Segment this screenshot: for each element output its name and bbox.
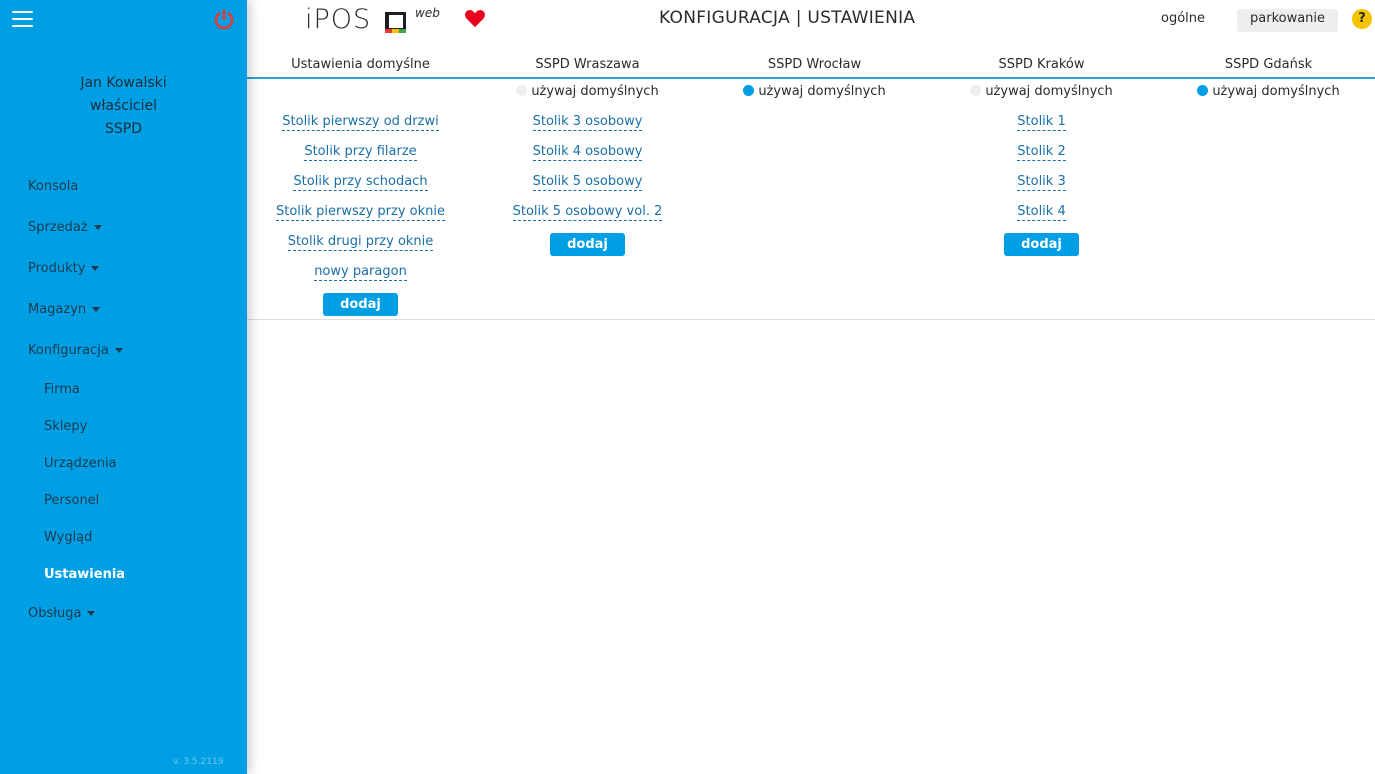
nav-sub-firma[interactable]: Firma [44,382,80,397]
use-defaults-toggle[interactable]: używaj domyślnych [701,84,928,99]
add-button[interactable]: dodaj [550,233,625,256]
add-button[interactable]: dodaj [1004,233,1079,256]
table-link[interactable]: Stolik pierwszy od drzwi [247,114,474,131]
app: Jan Kowalski właściciel SSPD Konsola Spr… [0,0,1375,774]
nav-sub-urzadzenia[interactable]: Urządzenia [44,456,117,471]
logo-suffix: web [415,6,440,20]
table-link[interactable]: Stolik 4 [928,204,1155,221]
general-button[interactable]: ogólne [1148,9,1218,32]
table-link[interactable]: Stolik 4 osobowy [474,144,701,161]
table-link[interactable]: Stolik przy schodach [247,174,474,191]
radio-on-icon [743,85,755,96]
caret-down-icon [91,266,100,271]
nav-item-konsola[interactable]: Konsola [28,179,78,194]
header: iPOS web KONFIGURACJA | USTAWIENIA ogóln… [247,0,1375,40]
help-icon[interactable]: ? [1352,9,1372,29]
radio-off-icon [970,85,982,96]
caret-down-icon [114,348,123,353]
nav-sub-ustawienia[interactable]: Ustawienia [44,567,125,582]
column-header-krakow: SSPD Kraków [998,57,1085,72]
table-link[interactable]: Stolik 5 osobowy [474,174,701,191]
sidebar: Jan Kowalski właściciel SSPD Konsola Spr… [0,0,247,774]
table-link[interactable]: Stolik 2 [928,144,1155,161]
table-link[interactable]: Stolik 5 osobowy vol. 2 [474,204,701,221]
user-name: Jan Kowalski [80,75,167,91]
column-headers: Ustawienia domyślne SSPD Wraszawa SSPD W… [247,48,1375,79]
column-header-wroclaw: SSPD Wrocław [767,57,862,72]
nav-item-konfiguracja[interactable]: Konfiguracja [28,343,123,358]
table-link[interactable]: Stolik pierwszy przy oknie [247,204,474,221]
use-defaults-toggle[interactable]: używaj domyślnych [1155,84,1375,99]
power-icon[interactable] [212,8,236,32]
table-link[interactable]: Stolik 3 osobowy [474,114,701,131]
column-header-gdansk: SSPD Gdańsk [1224,57,1313,72]
page-title: KONFIGURACJA | USTAWIENIA [659,8,916,28]
table-link[interactable]: Stolik przy filarze [247,144,474,161]
table-link[interactable]: Stolik drugi przy oknie [247,234,474,251]
radio-on-icon [1197,85,1209,96]
logo-text: iPOS [305,4,372,35]
add-button[interactable]: dodaj [323,293,398,316]
version-label: v. 3.5.2119 [173,757,224,767]
user-info: Jan Kowalski właściciel SSPD [0,72,247,141]
menu-icon[interactable] [12,11,33,27]
nav-sub-personel[interactable]: Personel [44,493,99,508]
heart-icon[interactable] [464,8,486,28]
table-link[interactable]: Stolik 3 [928,174,1155,191]
nav-item-obsluga[interactable]: Obsługa [28,606,96,621]
caret-down-icon [93,225,102,230]
settings-columns: Ustawienia domyślne SSPD Wraszawa SSPD W… [247,48,1375,320]
column-header-defaults: Ustawienia domyślne [291,57,430,72]
radio-off-icon [516,85,528,96]
nav-item-sprzedaz[interactable]: Sprzedaż [28,220,102,235]
caret-down-icon [87,611,96,616]
table-link[interactable]: nowy paragon [247,264,474,281]
nav-item-magazyn[interactable]: Magazyn [28,302,101,317]
nav-item-produkty[interactable]: Produkty [28,261,100,276]
nav-sub-wyglad[interactable]: Wygląd [44,530,92,545]
use-defaults-toggle[interactable]: używaj domyślnych [474,84,701,99]
table-link[interactable]: Stolik 1 [928,114,1155,131]
user-role: właściciel [90,98,157,114]
parking-button[interactable]: parkowanie [1237,9,1339,32]
caret-down-icon [92,307,101,312]
column-header-warszawa: SSPD Wraszawa [535,57,640,72]
logo-square-icon [385,12,406,33]
nav-sub-sklepy[interactable]: Sklepy [44,419,87,434]
user-company: SSPD [105,121,142,137]
use-defaults-toggle[interactable]: używaj domyślnych [928,84,1155,99]
